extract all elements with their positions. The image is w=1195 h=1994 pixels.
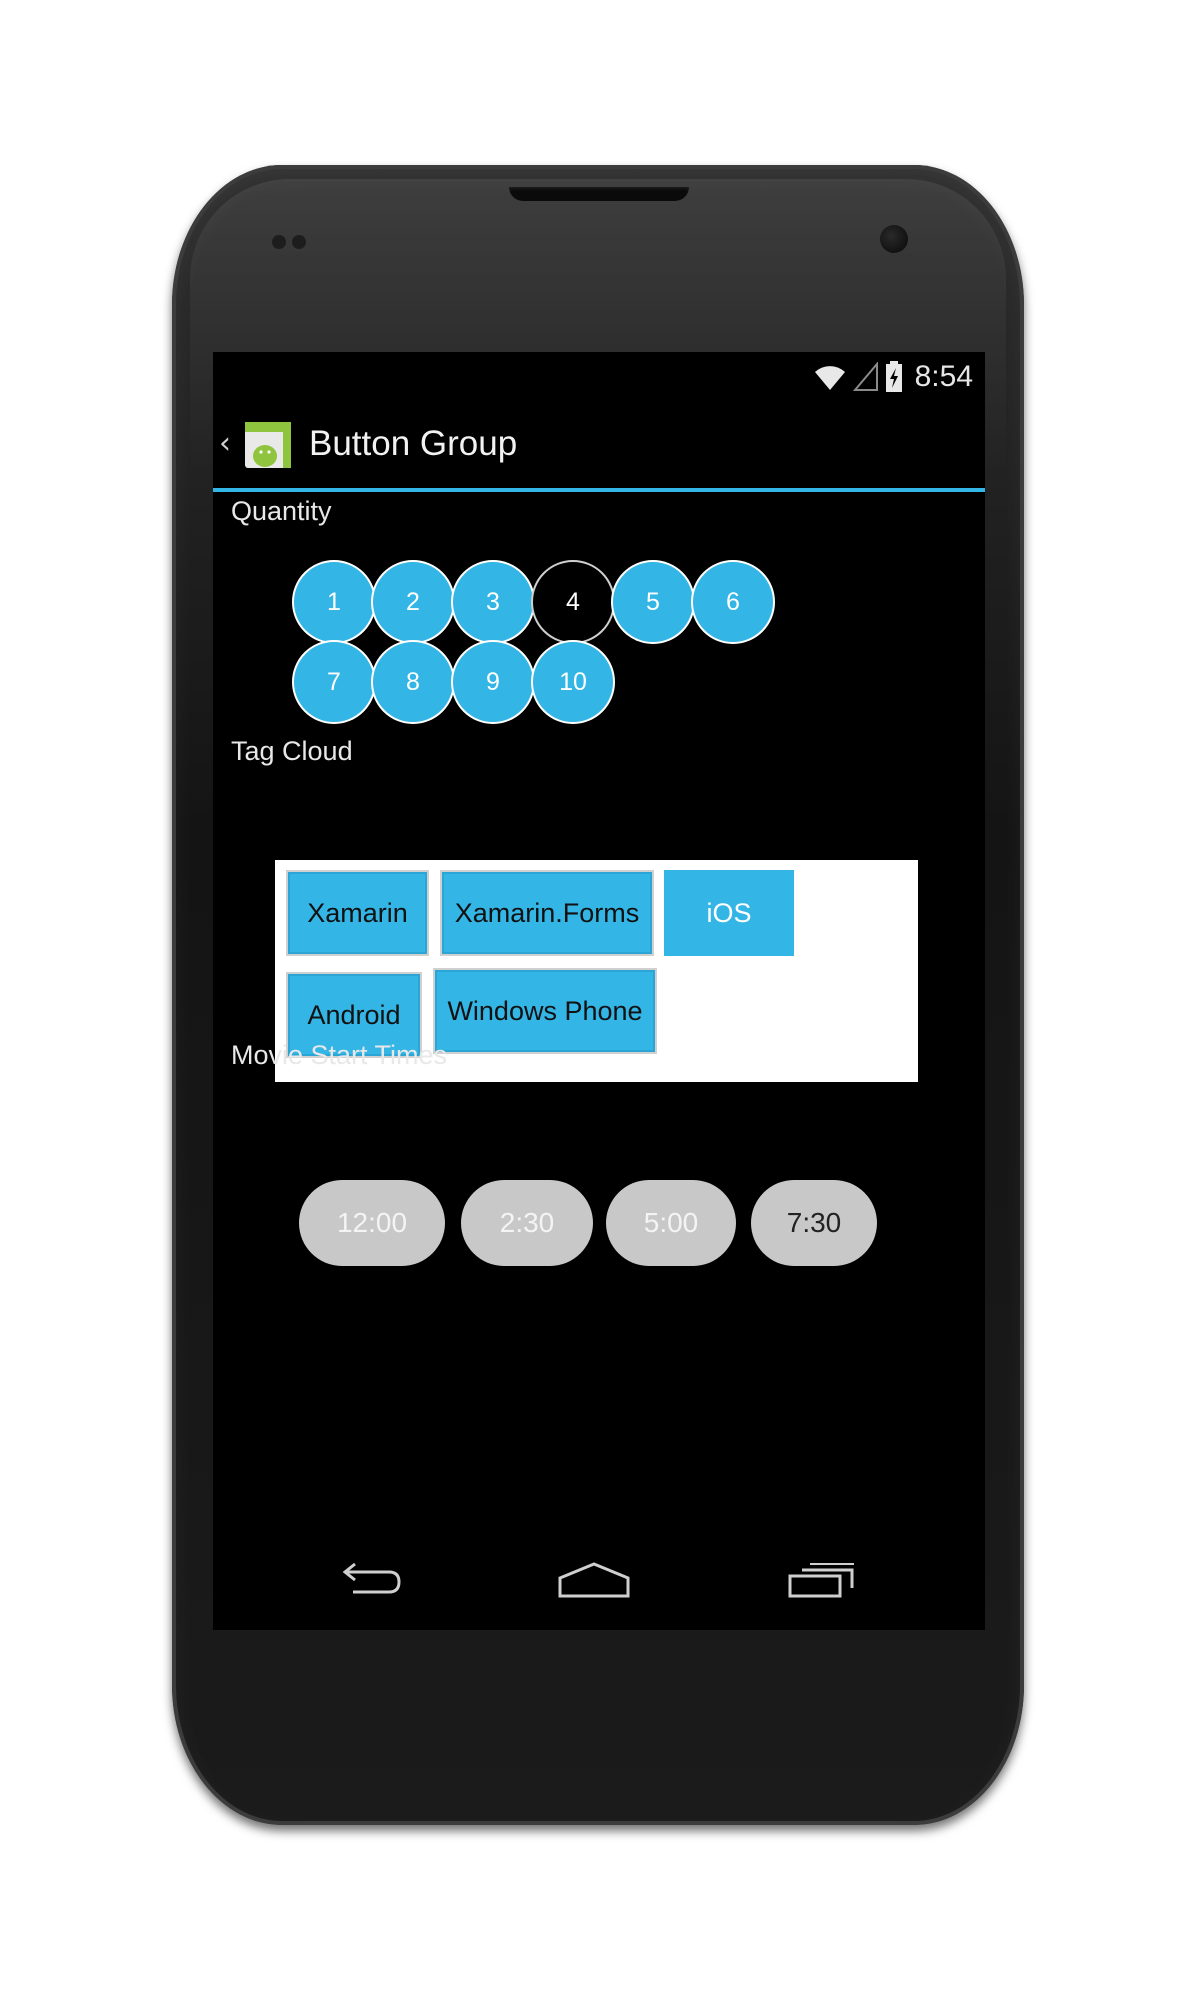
quantity-button-5[interactable]: 5 (611, 560, 695, 644)
battery-charging-icon (885, 361, 902, 392)
quantity-button-6[interactable]: 6 (691, 560, 775, 644)
up-caret-icon[interactable]: ‹ (219, 426, 231, 461)
tag-cloud-label: Tag Cloud (231, 736, 353, 766)
quantity-button-7[interactable]: 7 (292, 640, 376, 724)
action-bar[interactable]: ‹ Button Group (213, 402, 985, 492)
wifi-icon (814, 366, 845, 390)
quantity-button-2[interactable]: 2 (371, 560, 455, 644)
tag-ios[interactable]: iOS (664, 870, 794, 956)
time-button-230[interactable]: 2:30 (461, 1180, 593, 1266)
quantity-button-1[interactable]: 1 (292, 560, 376, 644)
front-camera (880, 225, 908, 253)
signal-icon (852, 362, 878, 391)
quantity-label: Quantity (231, 496, 332, 526)
proximity-sensors (272, 235, 312, 249)
page-title: Button Group (309, 424, 518, 463)
home-icon[interactable] (556, 1558, 632, 1602)
time-button-500[interactable]: 5:00 (606, 1180, 736, 1266)
device-screen: 8:54 ‹ Button Group Quantity 1 2 3 4 5 6… (213, 352, 985, 1630)
quantity-button-3[interactable]: 3 (451, 560, 535, 644)
quantity-button-4[interactable]: 4 (531, 560, 615, 644)
status-clock: 8:54 (914, 360, 973, 393)
status-bar: 8:54 (213, 352, 985, 402)
android-app-icon[interactable] (243, 420, 293, 470)
navigation-bar (213, 1542, 985, 1630)
quantity-button-10[interactable]: 10 (531, 640, 615, 724)
quantity-button-8[interactable]: 8 (371, 640, 455, 724)
recent-apps-icon[interactable] (786, 1558, 858, 1602)
movie-start-times-label: Movie Start Times (231, 1040, 448, 1070)
quantity-button-9[interactable]: 9 (451, 640, 535, 724)
back-icon[interactable] (333, 1558, 403, 1602)
time-button-730[interactable]: 7:30 (751, 1180, 877, 1266)
tag-xamarin-forms[interactable]: Xamarin.Forms (440, 870, 654, 956)
tag-xamarin[interactable]: Xamarin (286, 870, 429, 956)
earpiece-speaker (509, 187, 689, 201)
tag-windows-phone[interactable]: Windows Phone (433, 968, 657, 1054)
time-button-1200[interactable]: 12:00 (299, 1180, 445, 1266)
